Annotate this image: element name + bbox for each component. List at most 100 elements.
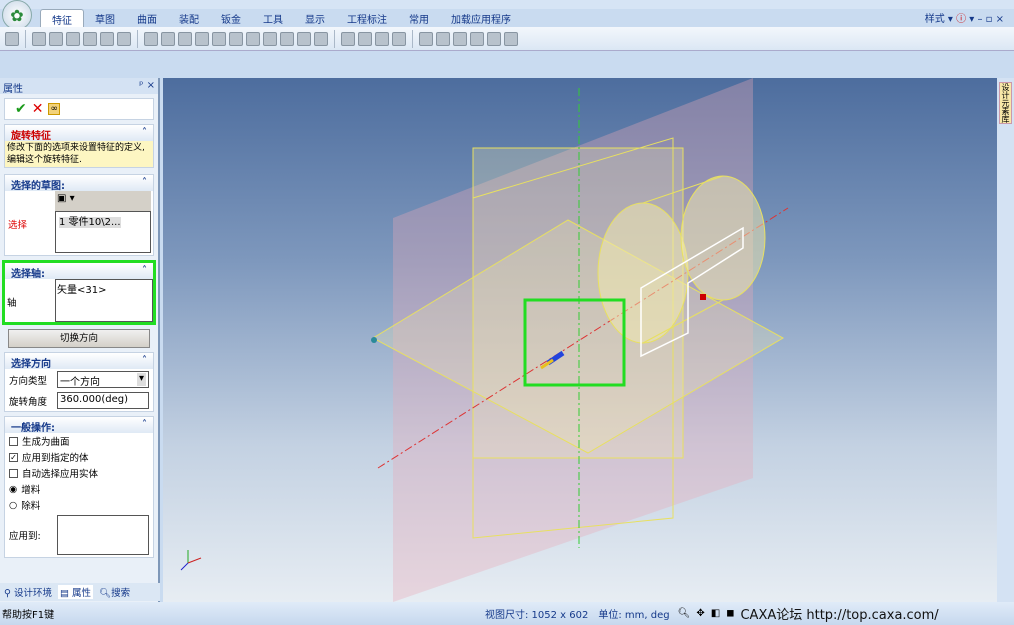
view-size: 视图尺寸: 1052 x 602 (485, 610, 589, 621)
pin-icon[interactable]: ᵖ (139, 80, 143, 91)
app-logo-button[interactable]: ✿ (2, 0, 32, 30)
tab-common[interactable]: 常用 (398, 9, 440, 27)
section-title: 选择的草图: (11, 181, 65, 192)
tab-design-env[interactable]: ⚲ 设计环境 (4, 585, 52, 599)
option-auto-select[interactable]: 自动选择应用实体 (5, 465, 153, 481)
section-title: 旋转特征 (11, 131, 51, 142)
tab-assembly[interactable]: 装配 (168, 9, 210, 27)
zoom-icon[interactable]: 🔍︎ (678, 608, 691, 619)
tab-label: 设计环境 (13, 588, 52, 599)
option-label: 自动选择应用实体 (22, 469, 99, 480)
draft-icon[interactable] (195, 31, 209, 46)
split-icon[interactable] (263, 31, 277, 46)
tab-display[interactable]: 显示 (294, 9, 336, 27)
render-mode-icon[interactable]: ◼ (726, 608, 734, 619)
sketch-list[interactable]: 1 零件10\2... (55, 211, 151, 253)
tab-tools[interactable]: 工具 (252, 9, 294, 27)
view-cube-icon[interactable]: ◧ (711, 608, 720, 619)
model-scene[interactable] (163, 78, 997, 602)
option-apply-body[interactable]: ✓ 应用到指定的体 (5, 449, 153, 465)
option-surface[interactable]: 生成为曲面 (5, 433, 153, 449)
blend-icon[interactable] (470, 31, 484, 46)
plane-icon[interactable] (100, 31, 114, 46)
tab-sketch[interactable]: 草图 (84, 9, 126, 27)
design-library-tab[interactable]: 设计元素库 (999, 82, 1012, 124)
fillet-icon[interactable] (144, 31, 158, 46)
ribbon-tabs: 特征 草图 曲面 装配 钣金 工具 显示 工程标注 常用 加载应用程序 (40, 9, 522, 27)
radio-icon[interactable]: ○ (9, 500, 17, 511)
3d-viewport[interactable] (163, 78, 997, 602)
tab-feature[interactable]: 特征 (40, 9, 84, 27)
select-label: 选择 (8, 220, 28, 231)
line-tool-icon[interactable] (5, 31, 19, 46)
eraser-icon[interactable] (117, 31, 131, 46)
tab-annotation[interactable]: 工程标注 (336, 9, 398, 27)
radio-remove[interactable]: ○ 除料 (5, 497, 153, 513)
apply-to-label: 应用到: (9, 531, 41, 542)
offset-face-icon[interactable] (436, 31, 450, 46)
revolve-feature-section: 旋转特征 ˄ 修改下面的选项来设置特征的定义,编辑这个旋转特征. (4, 124, 154, 168)
help-icon[interactable]: ⓘ (956, 14, 966, 25)
origin-marker (371, 337, 377, 343)
section-title: 选择轴: (11, 269, 45, 280)
sketch-picker-button[interactable]: ▣ ▾ (55, 191, 151, 211)
array-icon[interactable] (392, 31, 406, 46)
pattern-icon[interactable] (341, 31, 355, 46)
section-title: 一般操作: (11, 423, 55, 434)
checkbox[interactable]: ✓ (9, 452, 18, 462)
cut-icon[interactable] (280, 31, 294, 46)
direction-type-label: 方向类型 (9, 375, 48, 387)
tab-label: 属性 (72, 588, 92, 599)
revolve-icon[interactable] (49, 31, 63, 46)
preview-icon[interactable]: ∞ (48, 103, 60, 115)
thread-icon[interactable] (246, 31, 260, 46)
checkbox[interactable] (9, 468, 18, 478)
tab-addins[interactable]: 加载应用程序 (440, 9, 522, 27)
radio-label: 除料 (21, 501, 41, 512)
checkbox[interactable] (9, 436, 18, 446)
tab-properties[interactable]: ▤ 属性 (58, 585, 94, 599)
apply-to-list[interactable] (57, 515, 149, 555)
scale-icon[interactable] (375, 31, 389, 46)
sketch-section: 选择的草图: ˄ 选择 ▣ ▾ 1 零件10\2... (4, 174, 154, 256)
style-menu[interactable]: 样式 ▾ ⓘ ▾ – ▫ × (925, 10, 1004, 25)
sweep-icon[interactable] (66, 31, 80, 46)
angle-input[interactable]: 360.000(deg) (56, 392, 149, 409)
rib-icon[interactable] (229, 31, 243, 46)
close-icon[interactable]: × (147, 80, 155, 91)
option-label: 应用到指定的体 (22, 453, 89, 464)
direction-section: 选择方向 ˄ 方向类型 一个方向 ▾ 旋转角度 360.000(deg) (4, 352, 154, 412)
sketch-point (700, 294, 706, 300)
radio-selected-icon[interactable]: ◉ (9, 484, 17, 495)
tab-search[interactable]: 🔍︎搜索 (99, 585, 130, 599)
shell-icon[interactable] (178, 31, 192, 46)
cancel-icon[interactable]: ✕ (32, 101, 44, 117)
direction-type-value: 一个方向 (59, 377, 100, 388)
tab-label: 搜索 (111, 588, 131, 599)
radio-add[interactable]: ◉ 增料 (5, 481, 153, 497)
watermark: CAXA论坛 http://top.caxa.com/ (740, 608, 939, 623)
tab-surface[interactable]: 曲面 (126, 9, 168, 27)
mirror-icon[interactable] (358, 31, 372, 46)
rotate-icon[interactable]: ✥ (696, 608, 704, 619)
move-face-icon[interactable] (419, 31, 433, 46)
extrude-icon[interactable] (32, 31, 46, 46)
direction-type-select[interactable]: 一个方向 ▾ (56, 371, 149, 388)
sketch-list-item[interactable]: 1 零件10\2... (59, 217, 121, 228)
chamfer-icon[interactable] (161, 31, 175, 46)
chevron-down-icon[interactable]: ▾ (136, 373, 146, 386)
option-label: 生成为曲面 (22, 437, 70, 448)
hole-icon[interactable] (212, 31, 226, 46)
axis-label: 轴 (7, 298, 17, 309)
units: 单位: mm, deg (598, 610, 670, 621)
axis-input[interactable]: 矢量<31> (55, 279, 153, 322)
ok-icon[interactable]: ✔ (15, 101, 27, 117)
switch-direction-button[interactable]: 切换方向 (8, 329, 150, 348)
delete-face-icon[interactable] (453, 31, 467, 46)
tab-sheetmetal[interactable]: 钣金 (210, 9, 252, 27)
twist-icon[interactable] (504, 31, 518, 46)
deform-icon[interactable] (487, 31, 501, 46)
face-icon[interactable] (314, 31, 328, 46)
replace-icon[interactable] (297, 31, 311, 46)
loft-icon[interactable] (83, 31, 97, 46)
